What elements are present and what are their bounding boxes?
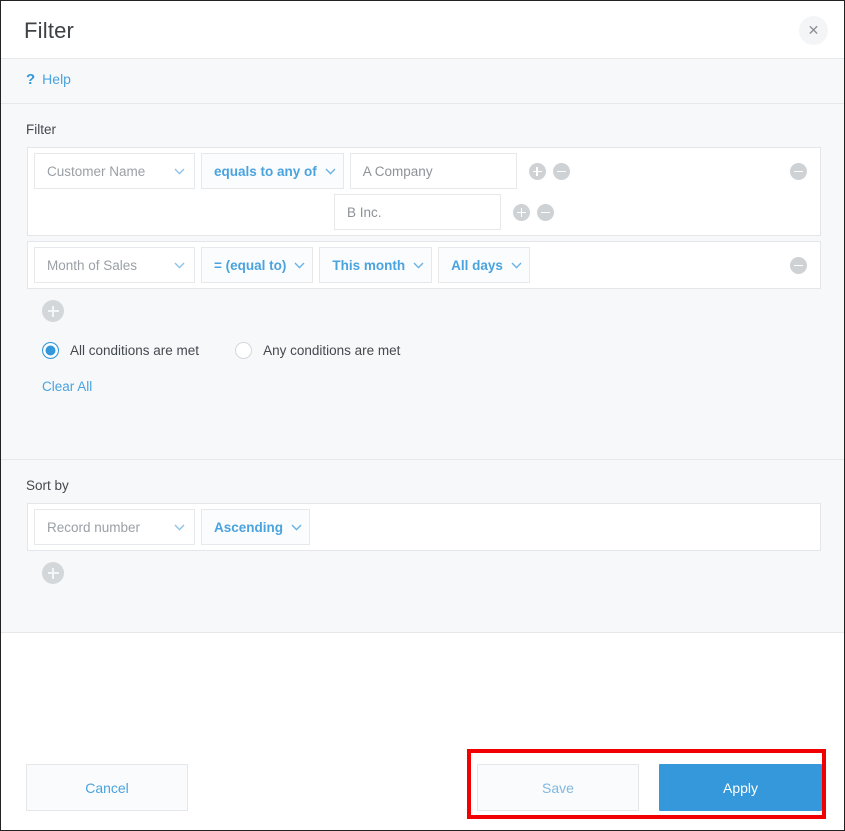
chevron-down-icon bbox=[325, 168, 336, 175]
filter-value-input[interactable]: B Inc. bbox=[334, 194, 501, 230]
help-link[interactable]: ? Help bbox=[26, 71, 71, 87]
radio-selected-icon bbox=[42, 342, 59, 359]
filter-period-value: This month bbox=[332, 257, 406, 273]
filter-field-select[interactable]: Month of Sales bbox=[34, 247, 195, 283]
add-sort-icon[interactable] bbox=[42, 562, 64, 584]
filter-condition-card: Customer Name equals to any of A Company bbox=[27, 147, 821, 236]
filter-days-value: All days bbox=[451, 257, 503, 273]
radio-unselected-icon bbox=[235, 342, 253, 359]
add-value-icon[interactable] bbox=[513, 203, 530, 221]
match-mode-group: All conditions are met Any conditions ar… bbox=[42, 342, 844, 359]
filter-condition-row: Customer Name equals to any of A Company bbox=[28, 148, 820, 194]
sort-section-label: Sort by bbox=[26, 478, 69, 493]
chevron-down-icon bbox=[174, 524, 185, 531]
add-value-icon[interactable] bbox=[528, 162, 546, 180]
filter-field-select[interactable]: Customer Name bbox=[34, 153, 195, 189]
question-mark-icon: ? bbox=[26, 70, 36, 88]
filter-condition-extra-value-row: B Inc. bbox=[28, 194, 820, 235]
sort-direction-select[interactable]: Ascending bbox=[201, 509, 311, 545]
filter-value-text: B Inc. bbox=[347, 204, 382, 220]
sort-direction-value: Ascending bbox=[214, 519, 284, 535]
chevron-down-icon bbox=[294, 262, 305, 269]
radio-any-conditions[interactable]: Any conditions are met bbox=[235, 342, 400, 359]
chevron-down-icon bbox=[413, 262, 424, 269]
filter-condition-row: Month of Sales = (equal to) This month A… bbox=[28, 242, 820, 288]
chevron-down-icon bbox=[511, 262, 522, 269]
filter-period-select[interactable]: This month bbox=[319, 247, 433, 283]
filter-dialog: Filter ✕ ? Help Filter Customer Name equ… bbox=[0, 0, 845, 831]
remove-condition-icon[interactable] bbox=[790, 256, 807, 274]
filter-operator-select[interactable]: equals to any of bbox=[201, 153, 344, 189]
filter-field-value: Customer Name bbox=[47, 163, 146, 179]
layout-spacer bbox=[34, 194, 195, 230]
close-icon[interactable]: ✕ bbox=[799, 16, 828, 45]
save-button[interactable]: Save bbox=[477, 764, 639, 811]
sort-row-card: Record number Ascending bbox=[27, 503, 821, 551]
sort-field-select[interactable]: Record number bbox=[34, 509, 195, 545]
sort-field-value: Record number bbox=[47, 519, 141, 535]
remove-condition-icon[interactable] bbox=[790, 162, 807, 180]
value-row-controls bbox=[528, 162, 570, 180]
radio-label: All conditions are met bbox=[70, 343, 200, 358]
filter-operator-select[interactable]: = (equal to) bbox=[201, 247, 314, 283]
filter-section-label: Filter bbox=[26, 122, 56, 137]
cancel-button[interactable]: Cancel bbox=[26, 764, 188, 811]
add-condition-icon[interactable] bbox=[42, 300, 64, 322]
filter-days-select[interactable]: All days bbox=[438, 247, 530, 283]
dialog-titlebar: Filter ✕ bbox=[1, 1, 844, 59]
remove-value-icon[interactable] bbox=[537, 203, 554, 221]
filter-operator-value: equals to any of bbox=[214, 163, 317, 179]
layout-spacer bbox=[201, 194, 328, 230]
filter-value-text: A Company bbox=[362, 163, 433, 179]
remove-value-icon[interactable] bbox=[552, 162, 570, 180]
sort-row: Record number Ascending bbox=[28, 504, 820, 550]
value-row-controls bbox=[513, 203, 554, 221]
apply-button[interactable]: Apply bbox=[659, 764, 822, 811]
filter-field-value: Month of Sales bbox=[47, 257, 138, 273]
radio-all-conditions[interactable]: All conditions are met bbox=[42, 342, 199, 359]
filter-operator-value: = (equal to) bbox=[214, 257, 287, 273]
sort-section: Sort by Record number Ascending bbox=[1, 460, 844, 633]
help-label: Help bbox=[42, 71, 71, 87]
filter-value-input[interactable]: A Company bbox=[349, 153, 517, 189]
filter-section: Filter Customer Name equals to any of A … bbox=[1, 104, 844, 460]
page-title: Filter bbox=[24, 18, 75, 43]
chevron-down-icon bbox=[291, 524, 302, 531]
clear-all-link[interactable]: Clear All bbox=[42, 379, 92, 394]
chevron-down-icon bbox=[174, 262, 185, 269]
dialog-footer: Cancel Save Apply bbox=[1, 633, 844, 830]
help-bar: ? Help bbox=[1, 59, 844, 104]
radio-label: Any conditions are met bbox=[263, 343, 401, 358]
chevron-down-icon bbox=[174, 168, 185, 175]
filter-condition-card: Month of Sales = (equal to) This month A… bbox=[27, 241, 821, 289]
